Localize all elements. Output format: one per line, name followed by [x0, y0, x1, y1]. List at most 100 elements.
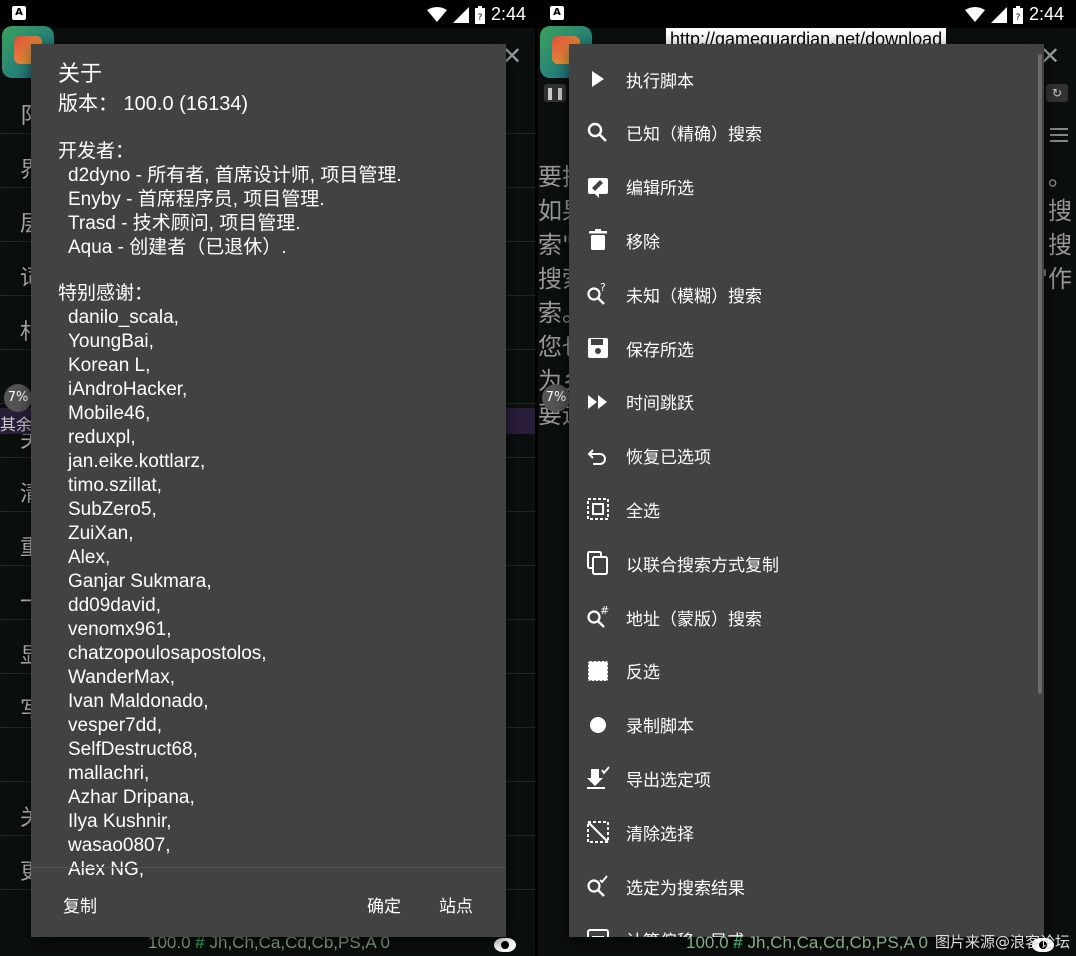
version-text: 版本： 100.0 (16134): [58, 93, 249, 115]
progress-badge[interactable]: 7%: [4, 384, 32, 412]
progress-badge[interactable]: 7%: [542, 384, 570, 412]
battery-icon: ?: [474, 5, 485, 24]
thanks-entry: jan.eike.kottlarz,: [68, 451, 206, 472]
menu-item-label: 保存所选: [626, 340, 694, 361]
watermark: 图片来源@浪客论坛: [934, 933, 1070, 951]
thanks-entry: Korean L,: [68, 355, 151, 376]
menu-item-15[interactable]: 清除选择: [569, 805, 1044, 859]
menu-item-label: 已知（精确）搜索: [626, 125, 762, 146]
menu-item-7[interactable]: 时间跳跃: [569, 375, 1044, 429]
eye-icon[interactable]: [494, 938, 516, 952]
fast-forward-icon: [585, 389, 611, 415]
thanks-entry: dd09david,: [68, 595, 161, 616]
select-as-result-icon: [585, 873, 611, 899]
bottom-hash: #: [733, 933, 743, 952]
thanks-header: 特别感谢：: [58, 283, 154, 304]
menu-item-label: 反选: [626, 663, 660, 684]
export-icon: [585, 765, 611, 791]
search-icon: [585, 120, 611, 146]
menu-item-label: 全选: [626, 501, 660, 522]
menu-item-6[interactable]: 保存所选: [569, 321, 1044, 375]
a-notification-icon: A: [12, 6, 26, 20]
copy-button[interactable]: 复制: [63, 892, 97, 917]
menu-item-label: 导出选定项: [626, 770, 711, 791]
a-notification-icon: A: [550, 6, 564, 20]
menu-item-13[interactable]: 录制脚本: [569, 698, 1044, 752]
menu-item-11[interactable]: # 地址（蒙版）搜索: [569, 590, 1044, 644]
menu-item-label: 地址（蒙版）搜索: [626, 609, 762, 630]
record-icon: [585, 712, 611, 738]
menu-item-label: 清除选择: [626, 824, 694, 845]
dialog-actions: 复制 确定 站点: [31, 867, 506, 937]
left-screen: A ? 2:44 ✕ 阝界层词村关清重一显写关更 其余 7% 100.0 # J…: [0, 0, 538, 956]
pause-icon[interactable]: ❚❚: [544, 84, 566, 102]
menu-item-14[interactable]: 导出选定项: [569, 751, 1044, 805]
signal-icon: [452, 6, 469, 23]
trash-icon: [585, 227, 611, 253]
thanks-entry: ZuiXan,: [68, 523, 134, 544]
svg-text:?: ?: [1016, 13, 1021, 23]
svg-text:?: ?: [478, 13, 483, 23]
menu-item-label: 执行脚本: [626, 71, 694, 92]
thanks-entry: Ivan Maldonado,: [68, 691, 209, 712]
developers-list: d2dyno - 所有者, 首席设计师, 项目管理. Enyby - 首席程序员,…: [58, 164, 498, 260]
save-icon: [585, 335, 611, 361]
thanks-entry: SubZero5,: [68, 499, 157, 520]
menu-item-3[interactable]: 编辑所选: [569, 160, 1044, 214]
mask-search-icon: #: [585, 604, 611, 630]
thanks-entry: chatzopoulosapostolos,: [68, 643, 267, 664]
play-icon: [585, 66, 611, 92]
about-dialog: 关于 版本： 100.0 (16134) 开发者： d2dyno - 所有者, …: [31, 44, 506, 937]
status-bar: A ? 2:44: [0, 0, 538, 28]
menu-item-8[interactable]: 恢复已选项: [569, 429, 1044, 483]
menu-item-label: 时间跳跃: [626, 394, 694, 415]
dialog-body[interactable]: 版本： 100.0 (16134) 开发者： d2dyno - 所有者, 首席设…: [58, 92, 498, 914]
menu-item-label: 编辑所选: [626, 179, 694, 200]
copy-icon: [585, 550, 611, 576]
bottom-version: 100.0: [686, 933, 729, 952]
edit-selection-icon: [585, 174, 611, 200]
menu-item-1[interactable]: 执行脚本: [569, 52, 1044, 106]
menu-icon[interactable]: [1050, 128, 1068, 142]
thanks-entry: WanderMax,: [68, 667, 175, 688]
thanks-entry: iAndroHacker,: [68, 379, 188, 400]
refresh-icon[interactable]: ↻: [1046, 84, 1068, 102]
developer-entry: Trasd - 技术顾问, 项目管理.: [68, 213, 301, 234]
developer-entry: Aqua - 创建者（已退休）.: [68, 237, 287, 258]
dialog-title: 关于: [58, 62, 103, 87]
site-button[interactable]: 站点: [439, 892, 473, 917]
menu-item-10[interactable]: 以联合搜索方式复制: [569, 536, 1044, 590]
thanks-entry: YoungBai,: [68, 331, 154, 352]
invert-selection-icon: [585, 658, 611, 684]
menu-item-12[interactable]: 反选: [569, 644, 1044, 698]
menu-item-9[interactable]: 全选: [569, 482, 1044, 536]
thanks-entry: SelfDestruct68,: [68, 739, 198, 760]
developer-entry: d2dyno - 所有者, 首席设计师, 项目管理.: [68, 165, 402, 186]
select-all-icon: [585, 496, 611, 522]
context-menu: 执行脚本已知（精确）搜索 编辑所选移除? 未知（模糊）搜索保存所选时间跳跃恢复已选项…: [569, 44, 1044, 937]
ok-button[interactable]: 确定: [367, 892, 401, 917]
thanks-entry: reduxpl,: [68, 427, 136, 448]
menu-item-label: 恢复已选项: [626, 448, 711, 469]
thanks-entry: Ilya Kushnir,: [68, 811, 172, 832]
developer-entry: Enyby - 首席程序员, 项目管理.: [68, 189, 325, 210]
battery-icon: ?: [1012, 5, 1023, 24]
menu-item-5[interactable]: ? 未知（模糊）搜索: [569, 267, 1044, 321]
bottom-flags: Jh,Ch,Ca,Cd,Cb,PS,A 0: [747, 933, 928, 952]
thanks-entry: Ganjar Sukmara,: [68, 571, 212, 592]
signal-icon: [990, 6, 1007, 23]
fuzzy-search-icon: ?: [585, 281, 611, 307]
right-screen: A ? 2:44 ✕ ❚❚ ↻ 要搜 如果 索" 搜索 索。 您也 为乡 要运 。搜搜 "作 7…: [538, 0, 1076, 956]
menu-item-label: 选定为搜索结果: [626, 878, 745, 899]
thanks-list: danilo_scala, YoungBai, Korean L, iAndroHac…: [58, 306, 498, 882]
thanks-entry: mallachri,: [68, 763, 150, 784]
thanks-entry: Mobile46,: [68, 403, 151, 424]
thanks-entry: venomx961,: [68, 619, 172, 640]
wifi-icon: [426, 6, 447, 22]
menu-item-4[interactable]: 移除: [569, 213, 1044, 267]
menu-item-16[interactable]: 选定为搜索结果: [569, 859, 1044, 913]
clear-selection-icon: [585, 819, 611, 845]
thanks-entry: vesper7dd,: [68, 715, 163, 736]
menu-item-2[interactable]: 已知（精确）搜索: [569, 106, 1044, 160]
clock: 2:44: [1028, 4, 1064, 24]
